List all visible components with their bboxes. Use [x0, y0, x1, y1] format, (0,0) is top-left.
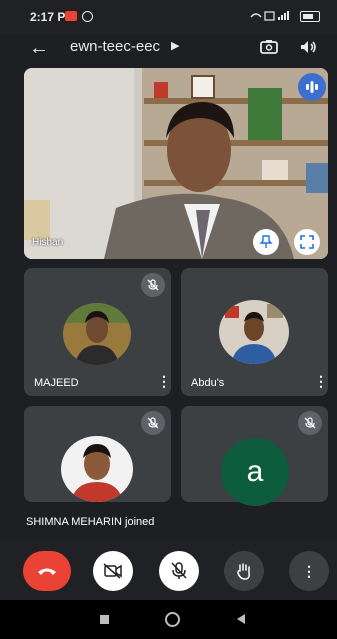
speaker-icon[interactable] [297, 36, 319, 58]
avatar-participant-3 [61, 436, 133, 502]
phone-hangup-icon [38, 568, 56, 575]
back-triangle-icon[interactable] [236, 613, 246, 625]
message-notification-icon [65, 11, 77, 21]
more-options-button[interactable]: ⋮ [289, 551, 329, 591]
audio-level-indicator [298, 73, 326, 101]
android-nav-bar [0, 600, 337, 639]
back-arrow-icon[interactable]: ← [28, 37, 50, 59]
end-call-button[interactable] [23, 551, 71, 591]
join-notification: SHIMNA MEHARIN joined [26, 516, 155, 528]
chevron-right-icon[interactable]: ▶ [171, 39, 179, 52]
mic-off-icon [147, 279, 159, 291]
main-video-image [24, 68, 328, 259]
avatar-photo [61, 436, 133, 502]
camera-toggle-button[interactable] [93, 551, 133, 591]
avatar-abdus [219, 300, 289, 364]
more-options-icon[interactable]: ⋮ [314, 374, 328, 388]
main-participant-name: Hishan [32, 237, 64, 248]
mic-off-icon [171, 562, 187, 579]
tile-name-abdus: Abdu's [191, 377, 225, 389]
mic-off-icon [304, 417, 316, 429]
raise-hand-button[interactable] [224, 551, 264, 591]
more-options-icon[interactable]: ⋮ [157, 374, 171, 388]
muted-mic-badge [141, 411, 165, 435]
more-vert-icon: ⋮ [302, 563, 316, 579]
fullscreen-button[interactable] [294, 229, 320, 255]
pin-button[interactable] [253, 229, 279, 255]
battery-icon [300, 11, 320, 22]
muted-mic-badge [141, 273, 165, 297]
muted-mic-badge [298, 411, 322, 435]
avatar-majeed [63, 303, 131, 365]
recents-icon[interactable] [100, 615, 109, 624]
pin-icon [259, 235, 273, 248]
avatar-photo [63, 303, 131, 365]
avatar-letter: a [221, 438, 289, 506]
video-off-icon [103, 563, 122, 579]
main-video-feed[interactable] [24, 68, 328, 259]
ring-notification-icon [82, 11, 93, 22]
status-bar: 2:17 PM [0, 0, 337, 34]
avatar-photo [219, 300, 289, 364]
hand-icon [237, 563, 250, 580]
switch-camera-icon[interactable] [258, 36, 280, 58]
meeting-code-title[interactable]: ewn-teec-eec [70, 38, 160, 55]
tile-name-majeed: MAJEED [34, 377, 79, 389]
mic-off-icon [147, 417, 159, 429]
signal-wifi-icon [250, 11, 289, 21]
mic-toggle-button[interactable] [159, 551, 199, 591]
fullscreen-icon [300, 235, 314, 249]
audio-bars-icon [306, 81, 318, 93]
home-icon[interactable] [165, 612, 180, 627]
